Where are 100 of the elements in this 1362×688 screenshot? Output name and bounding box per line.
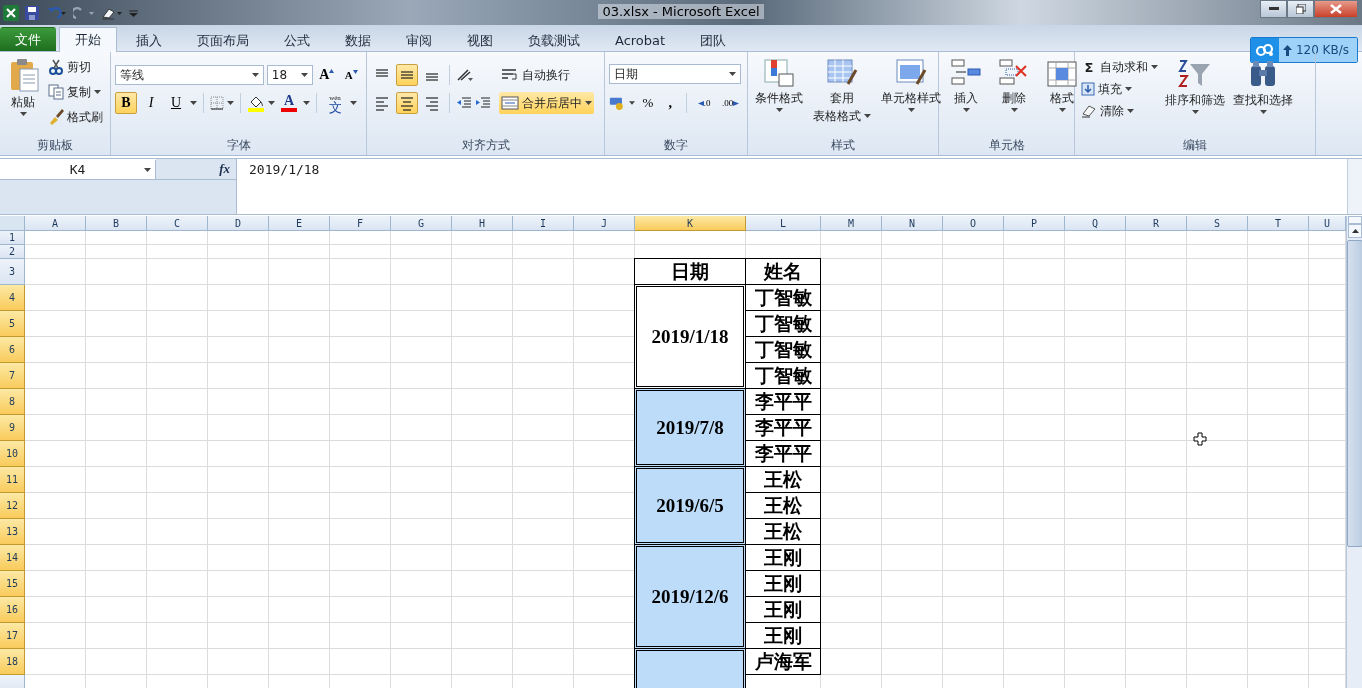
- font-name-field[interactable]: 等线: [115, 65, 264, 85]
- row-header[interactable]: 11: [0, 467, 25, 493]
- column-header[interactable]: K: [635, 216, 746, 231]
- sort-filter-button[interactable]: 排序和筛选: [1162, 56, 1228, 137]
- row-header[interactable]: 16: [0, 597, 25, 623]
- fill-color-icon[interactable]: [247, 94, 265, 112]
- format-as-table-button[interactable]: 套用 表格格式: [810, 56, 874, 137]
- borders-icon[interactable]: [210, 96, 224, 110]
- save-icon[interactable]: [25, 5, 39, 20]
- row-header[interactable]: 4: [0, 285, 25, 311]
- ribbon-tab[interactable]: Acrobat: [599, 29, 682, 51]
- ribbon-tab[interactable]: 审阅: [390, 29, 448, 51]
- paste-button[interactable]: 粘贴: [4, 56, 42, 137]
- split-handle[interactable]: [1348, 216, 1362, 224]
- bold-button[interactable]: B: [115, 92, 137, 114]
- cut-button[interactable]: 剪切: [46, 56, 105, 78]
- row-header[interactable]: 6: [0, 337, 25, 363]
- column-header[interactable]: F: [330, 216, 391, 231]
- row-header[interactable]: 8: [0, 389, 25, 415]
- column-header[interactable]: B: [86, 216, 147, 231]
- column-header[interactable]: L: [746, 216, 821, 231]
- row-header[interactable]: 3: [0, 259, 25, 285]
- row-header[interactable]: 18: [0, 649, 25, 675]
- ribbon-tab[interactable]: 负载测试: [512, 29, 596, 51]
- clear-button[interactable]: 清除: [1079, 100, 1160, 122]
- row-header[interactable]: 7: [0, 363, 25, 389]
- italic-button[interactable]: I: [140, 92, 162, 114]
- column-header[interactable]: N: [882, 216, 943, 231]
- insert-button[interactable]: 插入: [947, 56, 985, 137]
- find-select-button[interactable]: 查找和选择: [1230, 56, 1296, 137]
- row-header[interactable]: 15: [0, 571, 25, 597]
- row-header[interactable]: 9: [0, 415, 25, 441]
- ribbon-tab[interactable]: 开始: [59, 27, 117, 52]
- row-header[interactable]: 13: [0, 519, 25, 545]
- cell-styles-button[interactable]: 单元格样式: [878, 56, 944, 137]
- ribbon-tab[interactable]: 插入: [120, 29, 178, 51]
- formula-field[interactable]: 2019/1/18: [237, 159, 1347, 214]
- column-header[interactable]: A: [25, 216, 86, 231]
- shrink-font-button[interactable]: A: [340, 64, 362, 86]
- scroll-up-button[interactable]: [1348, 224, 1362, 238]
- ribbon-tab[interactable]: 页面布局: [181, 29, 265, 51]
- grow-font-button[interactable]: A: [315, 64, 338, 86]
- column-header[interactable]: O: [943, 216, 1004, 231]
- delete-button[interactable]: 删除: [995, 56, 1033, 137]
- column-header[interactable]: M: [821, 216, 882, 231]
- number-format-field[interactable]: 日期: [609, 64, 741, 84]
- column-header[interactable]: H: [452, 216, 513, 231]
- font-size-field[interactable]: 18: [266, 65, 313, 85]
- center-align-button[interactable]: [396, 92, 418, 114]
- copy-button[interactable]: 复制: [46, 81, 105, 103]
- column-header[interactable]: R: [1126, 216, 1187, 231]
- format-button[interactable]: 格式: [1043, 56, 1081, 137]
- scroll-thumb[interactable]: [1347, 240, 1362, 547]
- merge-center-button[interactable]: 合并后居中: [499, 92, 594, 114]
- column-header[interactable]: U: [1309, 216, 1346, 231]
- increase-indent-icon[interactable]: [475, 96, 491, 110]
- decrease-decimal-button[interactable]: .00: [718, 92, 743, 114]
- ribbon-tab[interactable]: 公式: [268, 29, 326, 51]
- insert-function-button[interactable]: fx: [219, 161, 230, 177]
- format-painter-button[interactable]: 格式刷: [46, 106, 105, 128]
- vertical-scrollbar[interactable]: [1346, 216, 1362, 688]
- close-button[interactable]: [1314, 0, 1358, 18]
- percent-button[interactable]: %: [638, 92, 658, 114]
- column-header[interactable]: D: [208, 216, 269, 231]
- column-header[interactable]: P: [1004, 216, 1065, 231]
- wrap-text-button[interactable]: 自动换行: [499, 64, 594, 86]
- redo-icon[interactable]: [73, 5, 95, 20]
- column-header[interactable]: C: [147, 216, 208, 231]
- underline-button[interactable]: U: [165, 92, 187, 114]
- column-header[interactable]: Q: [1065, 216, 1126, 231]
- column-header[interactable]: S: [1187, 216, 1248, 231]
- middle-align-button[interactable]: [396, 64, 418, 86]
- row-header[interactable]: 5: [0, 311, 25, 337]
- column-header[interactable]: G: [391, 216, 452, 231]
- increase-decimal-button[interactable]: .0: [692, 92, 716, 114]
- ribbon-tab[interactable]: 数据: [329, 29, 387, 51]
- autosum-button[interactable]: Σ 自动求和: [1079, 56, 1160, 78]
- row-header[interactable]: 1: [0, 231, 25, 245]
- ribbon-tab[interactable]: 团队: [684, 29, 743, 51]
- minimize-button[interactable]: [1260, 0, 1287, 18]
- ribbon-tab[interactable]: 视图: [451, 29, 509, 51]
- upload-arrow-icon: [1283, 44, 1293, 56]
- row-header[interactable]: 14: [0, 545, 25, 571]
- orientation-icon[interactable]: [456, 68, 474, 82]
- row-header[interactable]: 12: [0, 493, 25, 519]
- formula-bar-scrollbar[interactable]: [1347, 159, 1362, 214]
- file-tab[interactable]: 文件: [0, 27, 56, 51]
- fill-button[interactable]: 填充: [1079, 78, 1160, 100]
- font-color-button[interactable]: A: [278, 92, 300, 114]
- column-header[interactable]: J: [574, 216, 635, 231]
- conditional-format-button[interactable]: 条件格式: [752, 56, 806, 137]
- row-header[interactable]: 2: [0, 245, 25, 259]
- column-header[interactable]: I: [513, 216, 574, 231]
- column-header[interactable]: E: [269, 216, 330, 231]
- column-header[interactable]: T: [1248, 216, 1309, 231]
- restore-button[interactable]: [1287, 0, 1314, 18]
- comma-button[interactable]: ,: [660, 92, 680, 114]
- row-header[interactable]: 17: [0, 623, 25, 649]
- row-header[interactable]: 10: [0, 441, 25, 467]
- decrease-indent-icon[interactable]: [456, 96, 472, 110]
